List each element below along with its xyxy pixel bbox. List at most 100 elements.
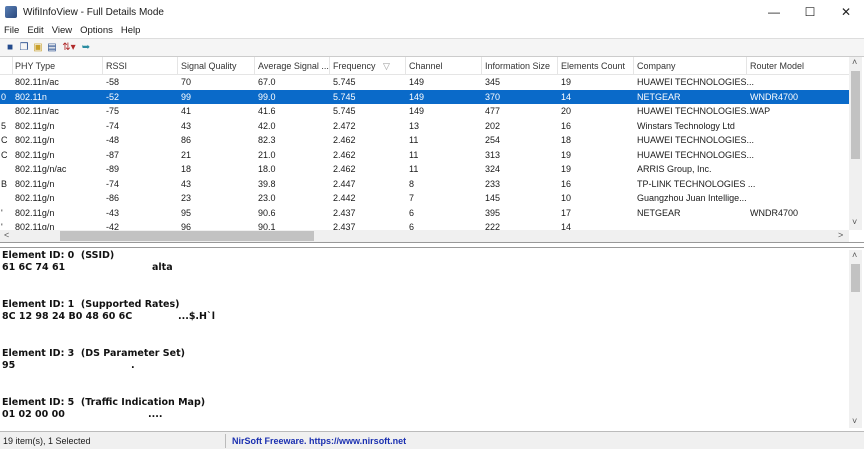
- table-row[interactable]: C 802.11g/n -87 21 21.0 2.462 11 313 19 HUAWEI TE…: [0, 148, 849, 163]
- cell-ch: 11: [409, 149, 419, 160]
- cell-elem: 18: [561, 135, 572, 145]
- cell-ch: 13: [409, 120, 420, 131]
- cell-elem: 19: [561, 77, 572, 87]
- scroll-down-icon[interactable]: ˅: [852, 416, 857, 426]
- cell-avg: 67.0: [258, 77, 276, 87]
- cell-phy: 802.11g/n: [15, 120, 55, 131]
- col-phy-type[interactable]: PHY Type: [15, 59, 55, 74]
- element-hex: 61 6C 74 61: [2, 262, 66, 273]
- scroll-thumb[interactable]: [851, 71, 860, 159]
- element-hex: 01 02 00 00: [2, 409, 65, 420]
- cell-c0: 5: [1, 120, 7, 131]
- menu-view[interactable]: View: [48, 24, 76, 38]
- cell-ch: 6: [409, 222, 415, 230]
- col-average-signal[interactable]: Average Signal ...: [258, 59, 329, 74]
- menu-file[interactable]: File: [0, 24, 23, 38]
- properties-icon[interactable]: ▣: [32, 42, 44, 54]
- maximize-button[interactable]: ☐: [792, 0, 828, 24]
- table-row[interactable]: ' 802.11g/n -42 96 90.1 2.437 6 222 14: [0, 220, 849, 230]
- save-icon[interactable]: ■: [4, 42, 16, 54]
- list-horizontal-scrollbar[interactable]: < >: [0, 230, 849, 242]
- table-row[interactable]: 802.11n/ac -75 41 41.6 5.745 149 477 20 HUAWEI T…: [0, 104, 849, 119]
- col-router-model[interactable]: Router Model: [750, 59, 804, 74]
- cell-rssi: -42: [106, 222, 120, 230]
- scroll-up-icon[interactable]: ˄: [852, 250, 857, 260]
- sort-icon[interactable]: ⇅▾: [60, 42, 78, 54]
- cell-avg: 82.3: [258, 135, 276, 145]
- col-company[interactable]: Company: [637, 59, 676, 74]
- list-rows: 802.11n/ac -58 70 67.0 5.745 149 345 19 HUAWEI T…: [0, 75, 849, 230]
- table-row[interactable]: 802.11n/ac -58 70 67.0 5.745 149 345 19 HUAWEI T…: [0, 75, 849, 90]
- cell-info: 324: [485, 164, 501, 174]
- list-vertical-scrollbar[interactable]: ˄ ˅: [849, 57, 862, 230]
- col-channel[interactable]: Channel: [409, 59, 443, 74]
- col-information-size[interactable]: Information Size: [485, 59, 550, 74]
- cell-ch: 6: [409, 207, 415, 218]
- element-block: Element ID: 0 (SSID) 61 6C 74 61 alta: [2, 250, 173, 274]
- cell-company: HUAWEI TECHNOLOGIES...: [637, 149, 755, 160]
- cell-freq: 2.437: [333, 222, 356, 230]
- cell-elem: 14: [561, 222, 572, 230]
- element-heading: Element ID: 0 (SSID): [2, 250, 115, 261]
- table-row[interactable]: C 802.11g/n -48 86 82.3 2.462 11 254 18 HUAWEI TE…: [0, 133, 849, 148]
- cell-c0: C: [1, 135, 8, 145]
- cell-elem: 19: [561, 149, 572, 160]
- cell-phy: 802.11n/ac: [15, 77, 59, 87]
- close-button[interactable]: ✕: [828, 0, 864, 24]
- html-report-icon[interactable]: ▤: [46, 42, 58, 54]
- cell-rssi: -58: [106, 77, 120, 87]
- cell-avg: 42.0: [258, 120, 276, 131]
- scroll-right-icon[interactable]: >: [838, 230, 843, 240]
- scroll-thumb[interactable]: [851, 264, 860, 292]
- col-elements-count[interactable]: Elements Count: [561, 59, 625, 74]
- menu-edit[interactable]: Edit: [23, 24, 47, 38]
- cell-freq: 2.472: [333, 120, 356, 131]
- table-row[interactable]: 802.11g/n -86 23 23.0 2.442 7 145 10 Guangzhou J…: [0, 191, 849, 206]
- sort-indicator-icon: ▽: [383, 61, 390, 71]
- cell-sq: 99: [181, 91, 192, 102]
- cell-rssi: -86: [106, 193, 120, 203]
- details-pane[interactable]: Element ID: 0 (SSID) 61 6C 74 61 alta Eleme…: [0, 247, 864, 431]
- cell-company: HUAWEI TECHNOLOGIES...: [637, 77, 755, 87]
- col-rssi[interactable]: RSSI: [106, 59, 127, 74]
- scroll-thumb[interactable]: [60, 231, 314, 241]
- networks-list[interactable]: PHY Type RSSI Signal Quality Average Sig…: [0, 57, 864, 243]
- col-frequency[interactable]: Frequency: [333, 59, 376, 74]
- col-signal-quality[interactable]: Signal Quality: [181, 59, 237, 74]
- cell-sq: 96: [181, 222, 192, 230]
- menu-options[interactable]: Options: [76, 24, 117, 38]
- cell-info: 233: [485, 178, 501, 189]
- table-row[interactable]: 5 802.11g/n -74 43 42.0 2.472 13 202 16 Winstars …: [0, 119, 849, 134]
- element-heading: Element ID: 1 (Supported Rates): [2, 299, 180, 310]
- cell-phy: 802.11g/n: [15, 135, 55, 145]
- cell-avg: 21.0: [258, 149, 276, 160]
- exit-icon[interactable]: ➥: [80, 42, 92, 54]
- cell-sq: 43: [181, 120, 192, 131]
- scroll-left-icon[interactable]: <: [4, 230, 9, 240]
- cell-sq: 41: [181, 106, 192, 116]
- nirsoft-link[interactable]: NirSoft Freeware. https://www.nirsoft.ne…: [232, 436, 406, 446]
- details-vertical-scrollbar[interactable]: ˄ ˅: [849, 250, 862, 428]
- cell-ch: 8: [409, 178, 415, 189]
- table-row[interactable]: 0 802.11n -52 99 99.0 5.745 149 370 14 NETGEAR WND…: [0, 89, 849, 104]
- menu-bar: File Edit View Options Help: [0, 24, 144, 38]
- cell-phy: 802.11g/n: [15, 193, 55, 203]
- cell-phy: 802.11n: [15, 91, 47, 102]
- element-ascii: .: [131, 360, 135, 371]
- cell-c0: ': [1, 222, 3, 230]
- table-row[interactable]: B 802.11g/n -74 43 39.8 2.447 8 233 16 TP-LINK TE…: [0, 177, 849, 192]
- table-row[interactable]: ' 802.11g/n -43 95 90.6 2.437 6 395 17 NETGEAR WND…: [0, 206, 849, 221]
- toolbar: ■ ❐ ▣ ▤ ⇅▾ ➥: [0, 38, 864, 57]
- cell-info: 395: [485, 207, 501, 218]
- scroll-down-icon[interactable]: ˅: [852, 217, 857, 227]
- menu-help[interactable]: Help: [117, 24, 145, 38]
- scroll-up-icon[interactable]: ˄: [852, 57, 857, 67]
- cell-sq: 95: [181, 207, 192, 218]
- cell-ch: 149: [409, 106, 425, 116]
- copy-icon[interactable]: ❐: [18, 42, 30, 54]
- element-heading: Element ID: 3 (DS Parameter Set): [2, 348, 185, 359]
- table-row[interactable]: 802.11g/n/ac -89 18 18.0 2.462 11 324 19 ARRIS G…: [0, 162, 849, 177]
- minimize-button[interactable]: —: [756, 0, 792, 24]
- cell-rssi: -43: [106, 207, 120, 218]
- cell-rssi: -75: [106, 106, 120, 116]
